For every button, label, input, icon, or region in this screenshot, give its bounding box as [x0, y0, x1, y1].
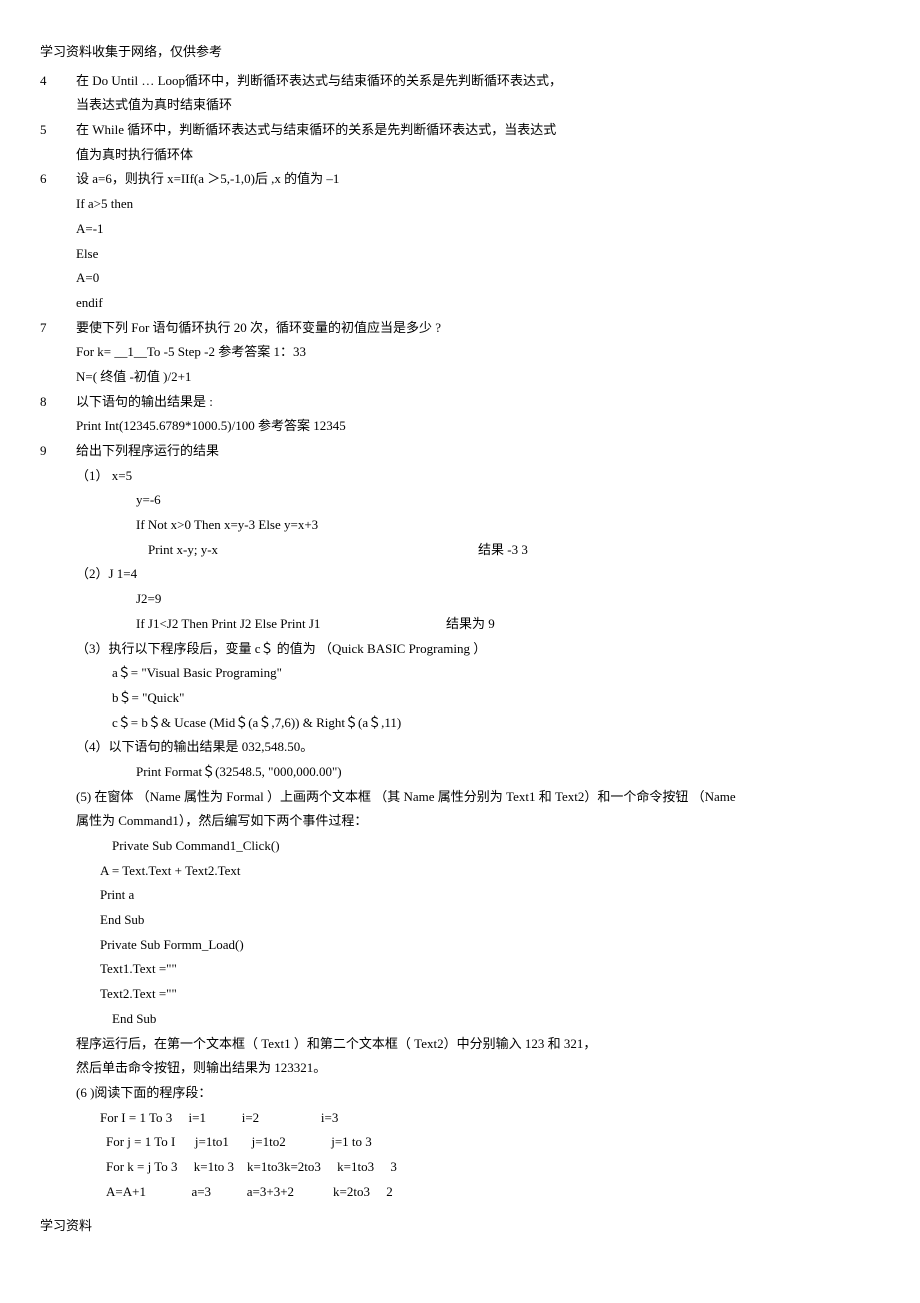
q9-part1-result: 结果 -3 3 [478, 538, 528, 563]
q9-part1-line2: y=-6 [40, 488, 880, 513]
question-4: 4 在 Do Until … Loop循环中，判断循环表达式与结束循环的关系是先… [40, 69, 880, 94]
q9-part3-line1: （3）执行以下程序段后，变量 c＄ 的值为 （Quick BASIC Progr… [40, 637, 880, 662]
q9-part5-code6: Text1.Text ="" [40, 957, 880, 982]
q9-part5-code7: Text2.Text ="" [40, 982, 880, 1007]
q7-text-line2: N=( 终值 -初值 )/2+1 [40, 365, 880, 390]
q9-part2-result: 结果为 9 [446, 612, 495, 637]
question-9: 9 给出下列程序运行的结果 [40, 439, 880, 464]
q8-code-line1: Print Int(12345.6789*1000.5)/100 参考答案 12… [40, 414, 880, 439]
q5-text-line2: 值为真时执行循环体 [40, 143, 880, 168]
footer-note: 学习资料 [40, 1214, 880, 1239]
q9-part5-code2: A = Text.Text + Text2.Text [40, 859, 880, 884]
q9-part5-code1: Private Sub Command1_Click() [40, 834, 880, 859]
q9-part2-line3: If J1<J2 Then Print J2 Else Print J1 结果为… [40, 612, 880, 637]
q4-number: 4 [40, 69, 76, 94]
q9-part6-line1: (6 )阅读下面的程序段： [40, 1081, 880, 1106]
question-5: 5 在 While 循环中，判断循环表达式与结束循环的关系是先判断循环表达式，当… [40, 118, 880, 143]
q9-part3-line2: a＄= "Visual Basic Programing" [40, 661, 880, 686]
q7-number: 7 [40, 316, 76, 341]
q9-part1-print: Print x-y; y-x [148, 538, 478, 563]
q9-part6-line3: For j = 1 To I j=1to1 j=1to2 j=1 to 3 [40, 1130, 880, 1155]
q7-text-line1: 要使下列 For 语句循环执行 20 次，循环变量的初值应当是多少 ? [76, 316, 880, 341]
question-6: 6 设 a=6，则执行 x=IIf(a ＞5,-1,0)后 ,x 的值为 –1 [40, 167, 880, 192]
q9-part2-line2: J2=9 [40, 587, 880, 612]
q9-part5-code3: Print a [40, 883, 880, 908]
q9-part6-line5: A=A+1 a=3 a=3+3+2 k=2to3 2 [40, 1180, 880, 1205]
header-note: 学习资料收集于网络，仅供参考 [40, 40, 880, 65]
q7-code-line1: For k= __1__To -5 Step -2 参考答案 1：33 [40, 340, 880, 365]
q4-text-line1: 在 Do Until … Loop循环中，判断循环表达式与结束循环的关系是先判断… [76, 69, 880, 94]
q4-text-line2: 当表达式值为真时结束循环 [40, 93, 880, 118]
q9-part2-print: If J1<J2 Then Print J2 Else Print J1 [136, 612, 446, 637]
q9-part1-line3: If Not x>0 Then x=y-3 Else y=x+3 [40, 513, 880, 538]
q9-part5-line12: 然后单击命令按钮，则输出结果为 123321。 [40, 1056, 880, 1081]
q9-part4-line2: Print Format＄(32548.5, "000,000.00") [40, 760, 880, 785]
q9-part5-code8: End Sub [40, 1007, 880, 1032]
q5-text-line1: 在 While 循环中，判断循环表达式与结束循环的关系是先判断循环表达式，当表达… [76, 118, 880, 143]
q6-code-line4: A=0 [40, 266, 880, 291]
q9-part4-line1: （4）以下语句的输出结果是 032,548.50。 [40, 735, 880, 760]
q9-part5-line11: 程序运行后，在第一个文本框（ Text1 ）和第二个文本框（ Text2）中分别… [40, 1032, 880, 1057]
q5-number: 5 [40, 118, 76, 143]
q8-number: 8 [40, 390, 76, 415]
q9-part1-line1: （1） x=5 [40, 464, 880, 489]
q9-text-line1: 给出下列程序运行的结果 [76, 439, 880, 464]
q9-part1-line4: Print x-y; y-x 结果 -3 3 [40, 538, 880, 563]
q9-part6-line4: For k = j To 3 k=1to 3 k=1to3k=2to3 k=1t… [40, 1155, 880, 1180]
q6-text-line1: 设 a=6，则执行 x=IIf(a ＞5,-1,0)后 ,x 的值为 –1 [76, 167, 880, 192]
q9-number: 9 [40, 439, 76, 464]
q9-part3-line3: b＄= "Quick" [40, 686, 880, 711]
q9-part6-line2: For I = 1 To 3 i=1 i=2 i=3 [40, 1106, 880, 1131]
q8-text-line1: 以下语句的输出结果是 : [76, 390, 880, 415]
q6-number: 6 [40, 167, 76, 192]
q6-code-line2: A=-1 [40, 217, 880, 242]
question-8: 8 以下语句的输出结果是 : [40, 390, 880, 415]
q9-part5-code5: Private Sub Formm_Load() [40, 933, 880, 958]
q9-part3-line4: c＄= b＄& Ucase (Mid＄(a＄,7,6)) & Right＄(a＄… [40, 711, 880, 736]
q9-part5-code4: End Sub [40, 908, 880, 933]
q6-code-line5: endif [40, 291, 880, 316]
q9-part5-line2: 属性为 Command1），然后编写如下两个事件过程： [40, 809, 880, 834]
q6-code-line3: Else [40, 242, 880, 267]
question-7: 7 要使下列 For 语句循环执行 20 次，循环变量的初值应当是多少 ? [40, 316, 880, 341]
q6-code-line1: If a>5 then [40, 192, 880, 217]
q9-part5-line1: (5) 在窗体 （Name 属性为 Formal ）上画两个文本框 （其 Nam… [40, 785, 880, 810]
q9-part2-line1: （2）J 1=4 [40, 562, 880, 587]
